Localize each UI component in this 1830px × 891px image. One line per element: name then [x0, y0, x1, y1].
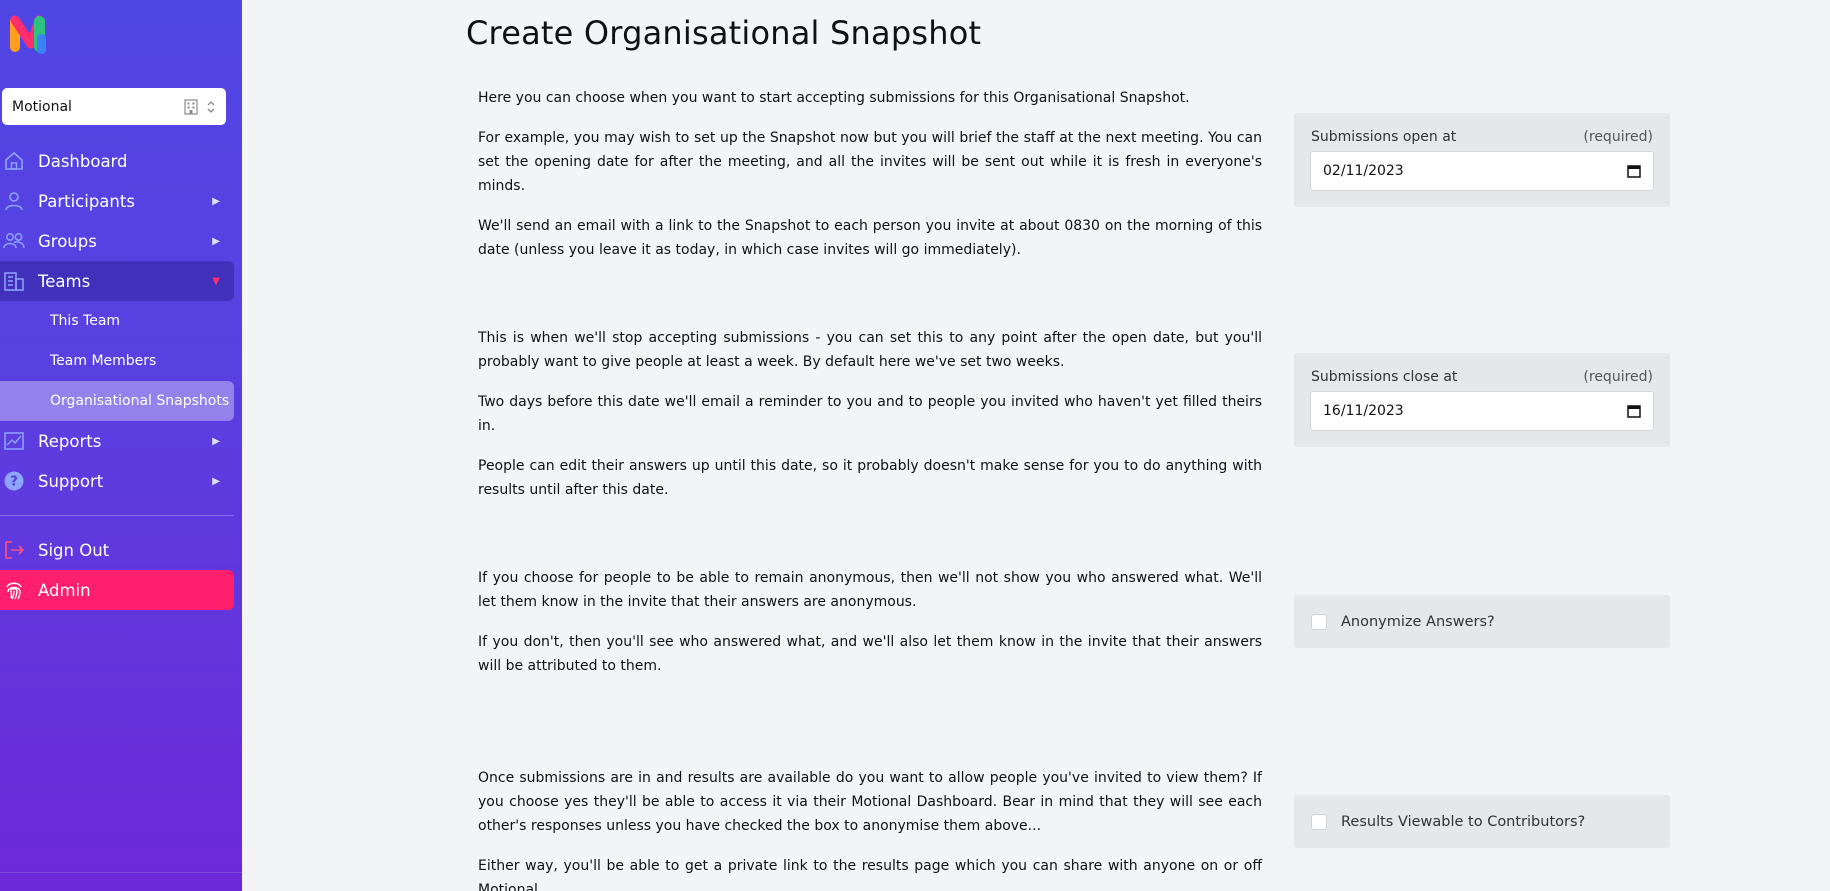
- paragraph: Once submissions are in and results are …: [478, 770, 1262, 834]
- paragraph: For example, you may wish to set up the …: [478, 130, 1262, 194]
- sidebar-nav: Dashboard Participants ▶ Groups ▶ Teams …: [0, 141, 234, 610]
- expand-arrow-icon: ▶: [212, 235, 220, 247]
- anonymize-label: Anonymize Answers?: [1341, 613, 1495, 630]
- users-icon: [2, 229, 26, 253]
- results-viewable-panel: Results Viewable to Contributors?: [1294, 795, 1670, 848]
- logout-icon: [2, 538, 26, 562]
- required-label: (required): [1583, 369, 1653, 385]
- nav-groups[interactable]: Groups ▶: [0, 221, 234, 261]
- chart-icon: [2, 429, 26, 453]
- close-date-label: Submissions close at: [1311, 369, 1458, 385]
- calendar-icon[interactable]: [1627, 164, 1641, 178]
- paragraph: People can edit their answers up until t…: [478, 458, 1262, 498]
- nav-sub-team-members[interactable]: Team Members: [0, 341, 234, 381]
- close-date-value: 16/11/2023: [1323, 403, 1404, 419]
- anonymize-panel: Anonymize Answers?: [1294, 595, 1670, 648]
- results-viewable-label: Results Viewable to Contributors?: [1341, 813, 1586, 830]
- team-select[interactable]: Motional: [2, 88, 226, 125]
- anonymize-description: If you choose for people to be able to r…: [478, 566, 1262, 694]
- paragraph: We'll send an email with a link to the S…: [478, 218, 1262, 258]
- motional-logo[interactable]: [9, 14, 55, 56]
- nav-participants-label: Participants: [38, 191, 135, 211]
- open-date-panel: Submissions open at (required) 02/11/202…: [1294, 113, 1670, 207]
- open-date-description: Here you can choose when you want to sta…: [478, 86, 1262, 278]
- expand-arrow-icon: ▶: [212, 475, 220, 487]
- nav-reports-label: Reports: [38, 431, 102, 451]
- nav-groups-label: Groups: [38, 231, 97, 251]
- nav-divider: [0, 515, 234, 516]
- nav-support[interactable]: ? Support ▶: [0, 461, 234, 501]
- open-date-value: 02/11/2023: [1323, 163, 1404, 179]
- team-select-value: Motional: [12, 98, 72, 115]
- nav-support-label: Support: [38, 471, 104, 491]
- close-date-description: This is when we'll stop accepting submis…: [478, 326, 1262, 518]
- paragraph: Here you can choose when you want to sta…: [478, 90, 1190, 106]
- fingerprint-icon: [2, 578, 26, 602]
- required-label: (required): [1583, 129, 1653, 145]
- results-viewable-option[interactable]: Results Viewable to Contributors?: [1294, 795, 1670, 848]
- home-icon: [2, 149, 26, 173]
- paragraph: Two days before this date we'll email a …: [478, 394, 1262, 434]
- nav-participants[interactable]: Participants ▶: [0, 181, 234, 221]
- nav-dashboard-label: Dashboard: [38, 151, 128, 171]
- nav-sub-organisational-snapshots[interactable]: Organisational Snapshots: [0, 381, 234, 421]
- nav-dashboard[interactable]: Dashboard: [0, 141, 234, 181]
- expand-arrow-icon: ▶: [212, 435, 220, 447]
- expand-arrow-icon: ▶: [212, 195, 220, 207]
- collapse-arrow-icon: ▼: [212, 275, 220, 287]
- open-date-label: Submissions open at: [1311, 129, 1457, 145]
- anonymize-checkbox[interactable]: [1311, 613, 1327, 630]
- close-date-input[interactable]: 16/11/2023: [1310, 391, 1654, 431]
- building-icon: [184, 98, 198, 115]
- nav-sign-out-label: Sign Out: [38, 540, 110, 560]
- building-icon: [2, 269, 26, 293]
- anonymize-option[interactable]: Anonymize Answers?: [1294, 595, 1670, 648]
- calendar-icon[interactable]: [1627, 404, 1641, 418]
- nav-admin-label: Admin: [38, 580, 91, 600]
- open-date-input[interactable]: 02/11/2023: [1310, 151, 1654, 191]
- nav-reports[interactable]: Reports ▶: [0, 421, 234, 461]
- results-description: Once submissions are in and results are …: [478, 766, 1262, 891]
- paragraph: Either way, you'll be able to get a priv…: [478, 858, 1262, 891]
- svg-text:?: ?: [10, 475, 18, 490]
- results-viewable-checkbox[interactable]: [1311, 813, 1327, 830]
- sidebar: Motional Dashboard Participants ▶ Groups…: [0, 0, 242, 891]
- nav-sign-out[interactable]: Sign Out: [0, 530, 234, 570]
- nav-teams-label: Teams: [38, 271, 91, 291]
- paragraph: If you don't, then you'll see who answer…: [478, 634, 1262, 674]
- page-title: Create Organisational Snapshot: [466, 14, 982, 52]
- nav-sub-this-team[interactable]: This Team: [0, 301, 234, 341]
- paragraph: This is when we'll stop accepting submis…: [478, 330, 1262, 370]
- chevron-updown-icon: [207, 100, 215, 113]
- nav-admin[interactable]: Admin: [0, 570, 234, 610]
- nav-teams[interactable]: Teams ▼: [0, 261, 234, 301]
- user-icon: [2, 189, 26, 213]
- close-date-panel: Submissions close at (required) 16/11/20…: [1294, 353, 1670, 447]
- sidebar-bottom-divider: [0, 872, 242, 873]
- help-icon: ?: [2, 469, 26, 493]
- paragraph: If you choose for people to be able to r…: [478, 570, 1262, 610]
